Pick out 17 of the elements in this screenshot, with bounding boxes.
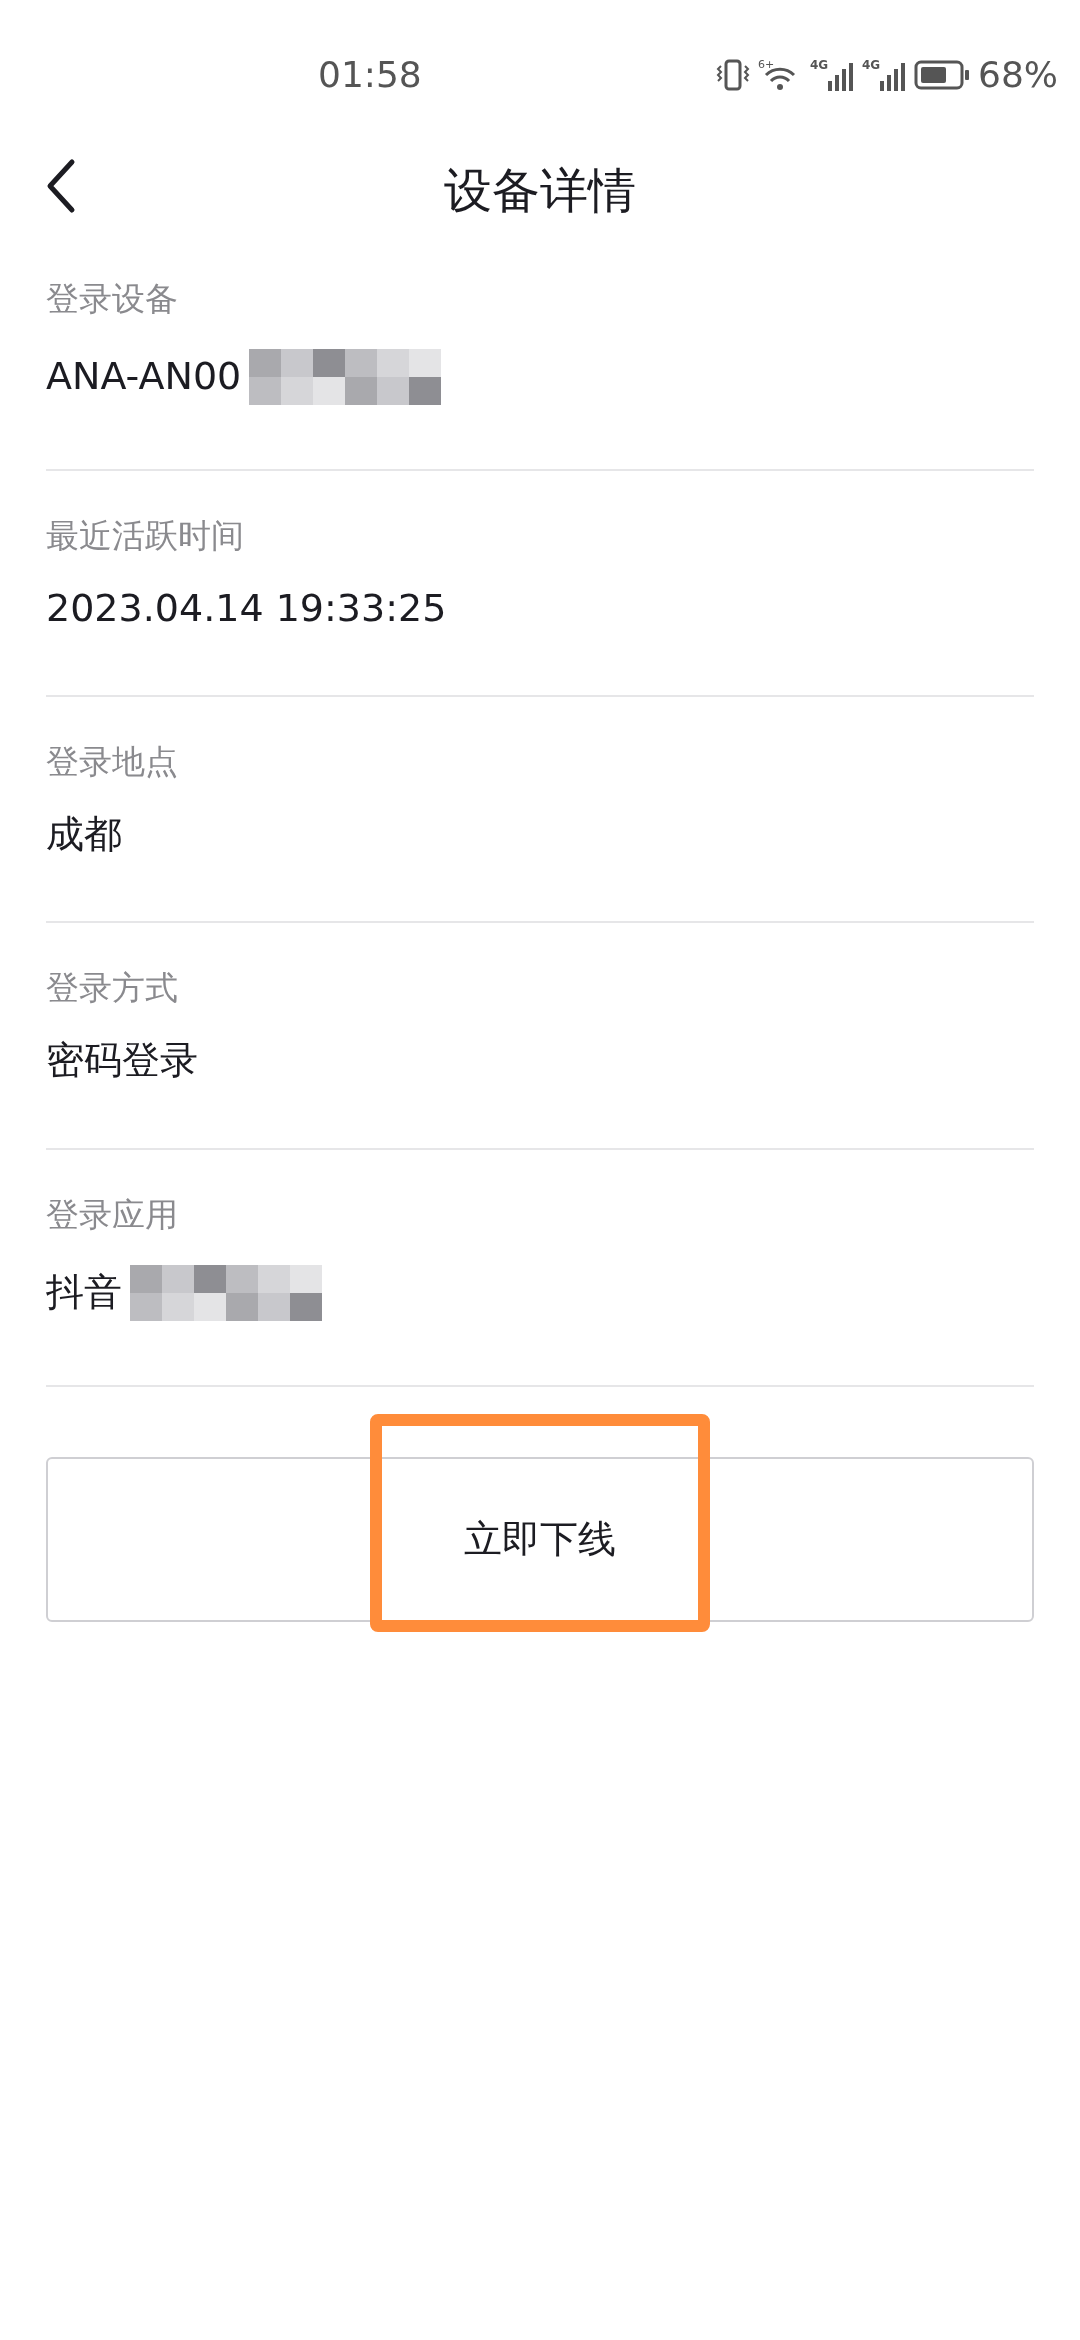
back-button[interactable] [46,158,76,214]
field-label: 登录方式 [46,967,179,1010]
field-value: 2023.04.14 19:33:25 [46,584,447,632]
field-value: 抖音 [46,1268,122,1316]
field-label: 最近活跃时间 [46,514,245,557]
field-value: 成都 [46,811,122,859]
clock-time: 01:58 [318,53,422,97]
vibrate-icon [716,58,750,92]
field-value: ANA-AN00 [46,353,242,401]
field-value: 密码登录 [46,1037,198,1085]
field-label: 登录应用 [46,1193,179,1236]
battery-icon [914,60,970,90]
field-label: 登录地点 [46,741,179,784]
battery-percentage: 68% [978,53,1058,97]
page-title: 设备详情 [444,161,636,220]
field-label: 登录设备 [46,278,179,320]
go-offline-button[interactable]: 立即下线 [46,1456,1034,1622]
